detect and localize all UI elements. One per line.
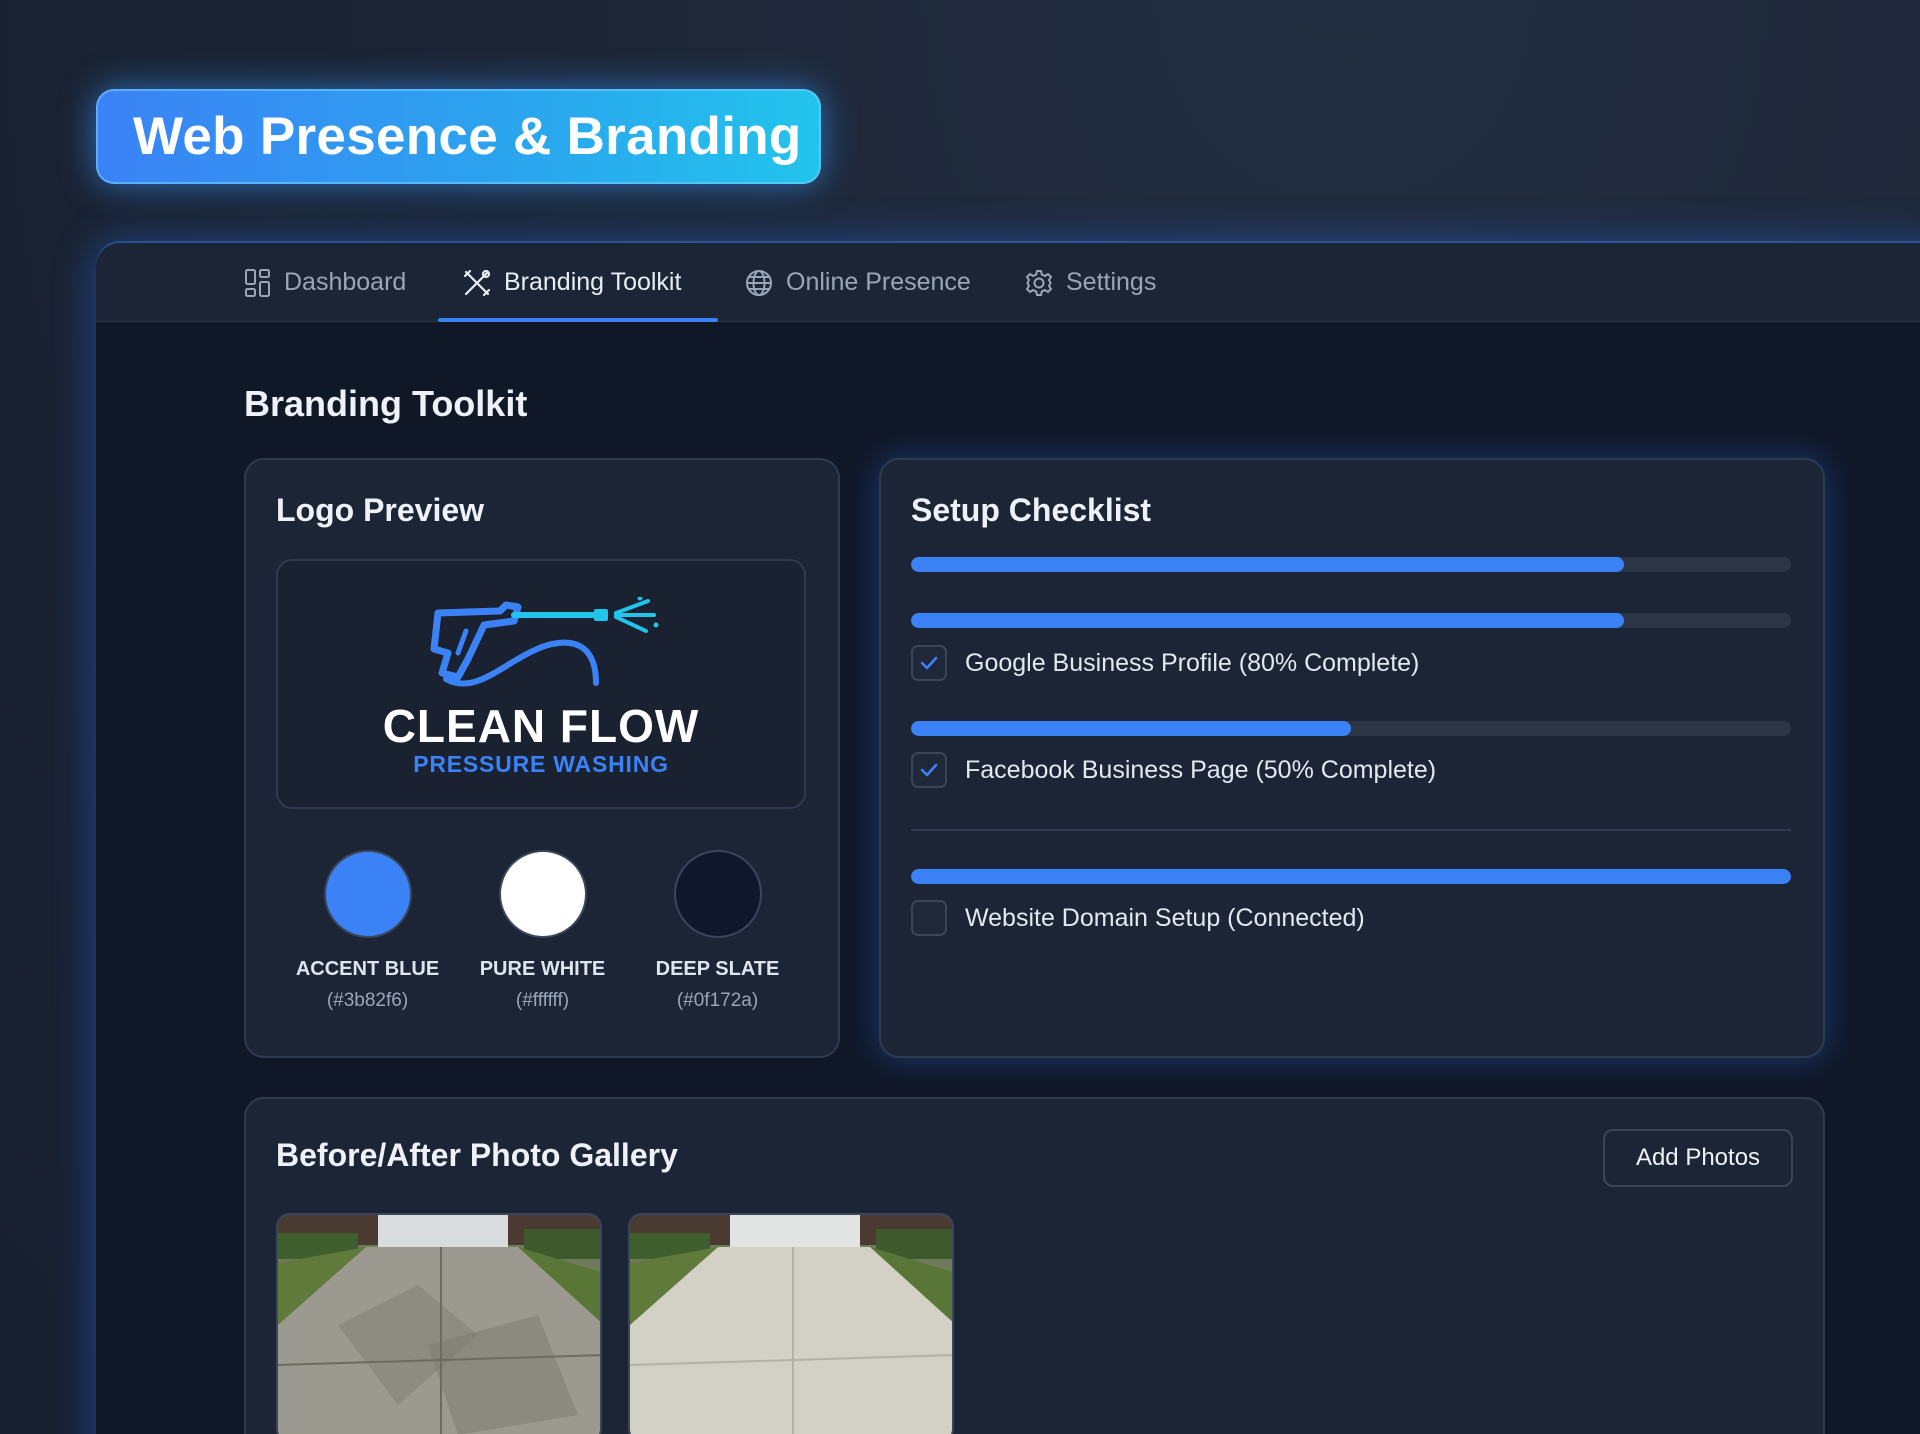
tab-online-presence-label: Online Presence bbox=[786, 268, 971, 296]
logo-preview-box: CLEAN FLOW PRESSURE WASHING bbox=[276, 559, 806, 809]
tab-settings-label: Settings bbox=[1066, 268, 1157, 296]
app-stage: Web Presence & Branding Dashboard Brandi… bbox=[0, 0, 1920, 1434]
setup-checklist-title: Setup Checklist bbox=[911, 492, 1152, 528]
tools-icon bbox=[463, 269, 491, 296]
main-panel: Dashboard Branding Toolkit Online Presen… bbox=[96, 243, 1920, 1434]
gallery-title: Before/After Photo Gallery bbox=[276, 1137, 678, 1173]
page-header-banner: Web Presence & Branding bbox=[96, 89, 821, 184]
swatch-dot bbox=[498, 850, 587, 938]
swatch-hex: (#0f172a) bbox=[676, 990, 759, 1011]
website-progress-bar bbox=[911, 869, 1791, 884]
swatch-dot bbox=[323, 850, 412, 938]
tab-branding-toolkit[interactable]: Branding Toolkit bbox=[462, 243, 681, 322]
checklist-item-label: Facebook Business Page (50% Complete) bbox=[965, 755, 1437, 784]
section-title: Branding Toolkit bbox=[244, 383, 528, 424]
checkbox[interactable] bbox=[911, 752, 947, 788]
add-photos-button[interactable]: Add Photos bbox=[1603, 1129, 1793, 1187]
tab-dashboard[interactable]: Dashboard bbox=[244, 243, 406, 322]
checklist-item-label: Google Business Profile (80% Complete) bbox=[965, 648, 1420, 677]
logo-brand-tagline: PRESSURE WASHING bbox=[413, 751, 669, 777]
progress-fill bbox=[911, 721, 1351, 736]
logo-preview-card: Logo Preview CLEAN FLOW PRESSURE WASHING bbox=[244, 458, 840, 1058]
grid-icon bbox=[245, 268, 270, 297]
checklist-item-label: Website Domain Setup (Connected) bbox=[965, 903, 1365, 932]
logo-preview-title: Logo Preview bbox=[276, 492, 485, 528]
check-icon bbox=[920, 656, 938, 670]
before-driveway-photo bbox=[278, 1215, 600, 1434]
active-tab-indicator bbox=[438, 318, 718, 322]
before-photo[interactable] bbox=[276, 1213, 602, 1434]
checkbox[interactable] bbox=[911, 645, 947, 681]
google-progress-bar bbox=[911, 613, 1791, 628]
tab-bar: Dashboard Branding Toolkit Online Presen… bbox=[96, 243, 1920, 322]
facebook-progress-bar bbox=[911, 721, 1791, 736]
check-icon bbox=[920, 763, 938, 777]
tab-dashboard-label: Dashboard bbox=[284, 268, 407, 296]
progress-fill bbox=[911, 557, 1624, 572]
setup-checklist-card: Setup Checklist Google Business Profile … bbox=[879, 458, 1825, 1058]
color-swatch-pure-white: PURE WHITE (#ffffff) bbox=[455, 850, 630, 1012]
color-swatch-deep-slate: DEEP SLATE (#0f172a) bbox=[630, 850, 805, 1012]
checklist-item-website[interactable]: Website Domain Setup (Connected) bbox=[911, 900, 1365, 936]
logo-brand-name: CLEAN FLOW bbox=[382, 700, 700, 752]
swatch-hex: (#ffffff) bbox=[515, 990, 570, 1011]
globe-icon bbox=[746, 269, 772, 296]
app-title: Web Presence & Branding bbox=[133, 107, 802, 166]
tab-branding-toolkit-label: Branding Toolkit bbox=[504, 268, 682, 296]
swatch-name: PURE WHITE bbox=[479, 958, 606, 980]
pressure-washer-logo-icon bbox=[430, 597, 659, 687]
after-photo[interactable] bbox=[628, 1213, 954, 1434]
checklist-item-google[interactable]: Google Business Profile (80% Complete) bbox=[911, 645, 1419, 681]
swatch-name: ACCENT BLUE bbox=[295, 958, 440, 980]
tab-online-presence[interactable]: Online Presence bbox=[744, 243, 971, 322]
progress-fill bbox=[911, 613, 1624, 628]
after-driveway-photo bbox=[630, 1215, 952, 1434]
gear-icon bbox=[1025, 269, 1053, 296]
overall-progress-bar bbox=[911, 557, 1791, 572]
checkbox[interactable] bbox=[911, 900, 947, 936]
swatch-name: DEEP SLATE bbox=[655, 958, 780, 980]
progress-fill bbox=[911, 869, 1791, 884]
tab-settings[interactable]: Settings bbox=[1024, 243, 1156, 322]
swatch-dot bbox=[673, 850, 762, 938]
checklist-divider bbox=[911, 829, 1791, 831]
swatch-hex: (#3b82f6) bbox=[326, 990, 409, 1011]
color-swatch-accent-blue: ACCENT BLUE (#3b82f6) bbox=[280, 850, 455, 1012]
photo-gallery-card: Before/After Photo Gallery Add Photos bbox=[244, 1097, 1825, 1434]
checklist-item-facebook[interactable]: Facebook Business Page (50% Complete) bbox=[911, 752, 1436, 788]
